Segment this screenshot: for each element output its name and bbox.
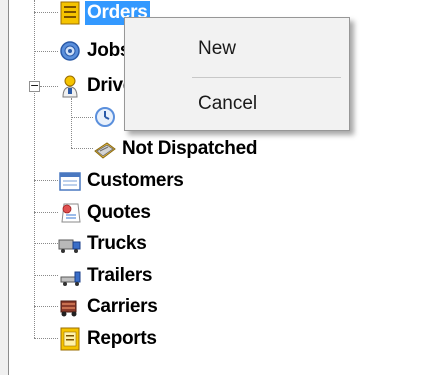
tree-line [34,51,58,52]
dispatched-icon [93,105,117,129]
tree-item-quotes[interactable]: Quotes [58,200,153,226]
customers-icon [58,169,82,193]
tree-item-label: Quotes [87,202,151,223]
tree-item-label: Reports [87,328,157,349]
menu-item-label: Cancel [198,93,258,114]
drivers-expander[interactable]: − [29,80,40,92]
menu-separator [192,77,341,78]
tree-line [34,180,58,181]
tree-line [34,338,58,339]
tree-item-trucks[interactable]: Trucks [58,231,148,257]
tree-item-label: Customers [87,170,184,191]
quotes-icon [58,201,82,225]
menu-item-label: New [198,38,237,59]
tree-line [34,306,58,307]
tree-line [34,212,58,213]
tree-item-reports[interactable]: Reports [58,326,159,352]
tree-item-carriers[interactable]: Carriers [58,294,159,320]
tree-item-label: Trucks [87,233,147,254]
tree-item-label: Carriers [87,296,158,317]
jobs-icon [58,39,82,63]
tree-item-not-dispatched[interactable]: Not Dispatched [93,136,259,162]
tree-item-label: Not Dispatched [122,138,258,159]
tree-line [71,98,72,148]
not-dispatched-icon [93,137,117,161]
tree-line [71,117,93,118]
menu-item-new[interactable]: New [125,27,349,71]
tree-line [34,275,58,276]
context-menu: New Cancel [124,17,350,131]
trucks-icon [58,232,82,256]
carriers-icon [58,295,82,319]
tree-item-trailers[interactable]: Trailers [58,263,154,289]
reports-icon [58,327,82,351]
tree-item-label: Trailers [87,265,153,286]
tree-line [34,12,58,13]
tree-line [34,243,58,244]
drivers-icon [58,74,82,98]
orders-icon [58,1,82,25]
tree-line [40,86,58,87]
trailers-icon [58,264,82,288]
tree-item-customers[interactable]: Customers [58,168,186,194]
tree-item-jobs[interactable]: Jobs [58,38,132,64]
tree-line [71,148,93,149]
menu-item-cancel[interactable]: Cancel [125,82,349,126]
tree-item-dispatched[interactable] [93,104,124,130]
